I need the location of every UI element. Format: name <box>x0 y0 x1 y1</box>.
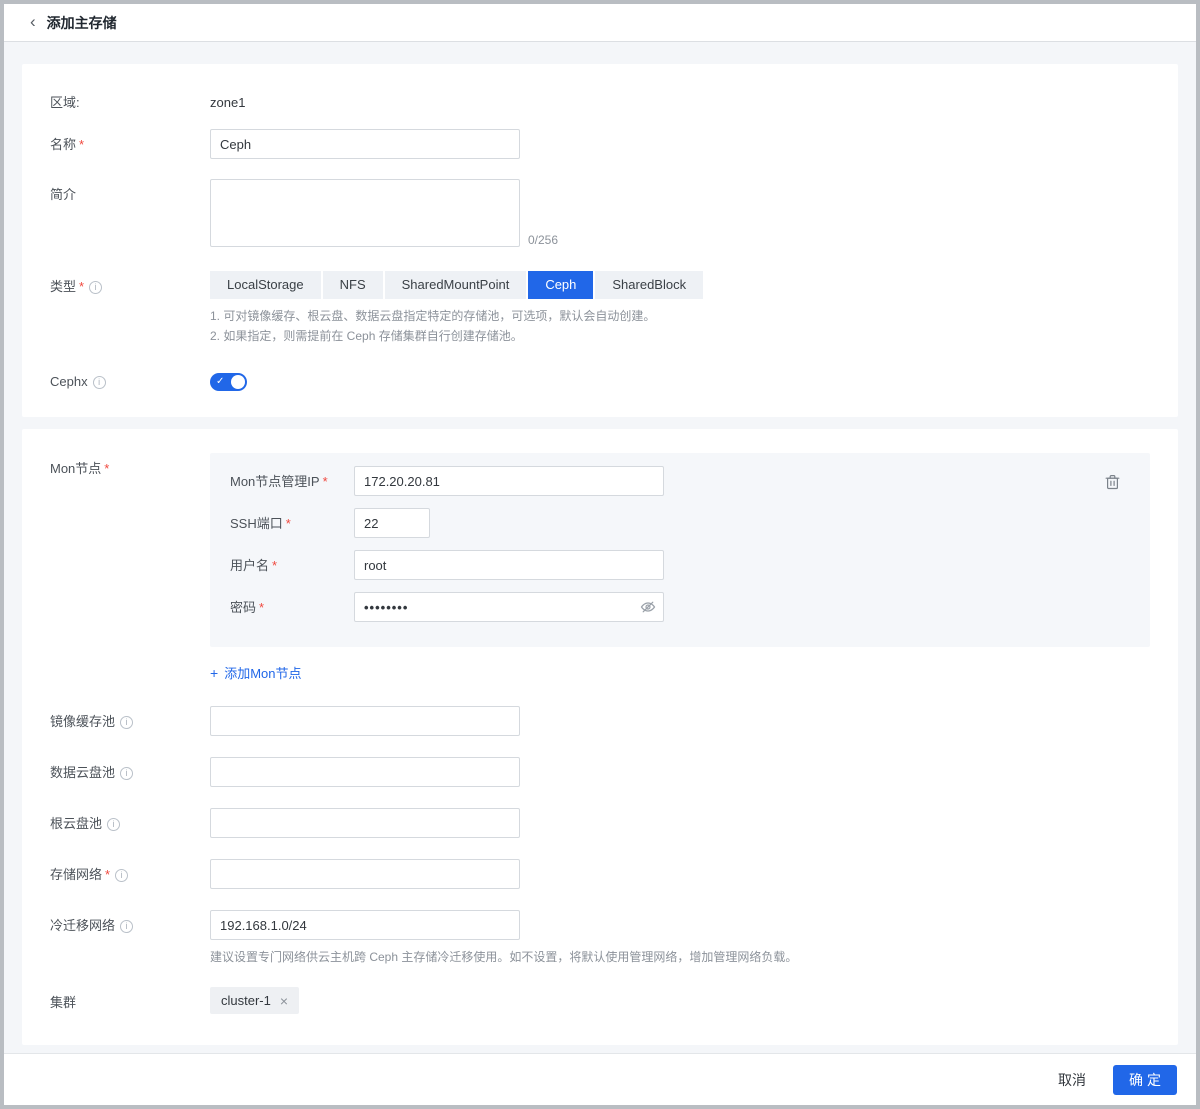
password-input[interactable] <box>354 592 664 622</box>
username-label: 用户名* <box>230 550 354 574</box>
root-volume-pool-row: 根云盘池i <box>50 808 1150 838</box>
info-icon[interactable]: i <box>93 376 106 389</box>
required-asterisk: * <box>105 867 110 882</box>
type-tab-localstorage[interactable]: LocalStorage <box>210 271 321 299</box>
password-row: 密码* <box>230 592 1130 622</box>
type-hint-2: 2. 如果指定，则需提前在 Ceph 存储集群自行创建存储池。 <box>210 326 703 346</box>
type-control: LocalStorage NFS SharedMountPoint Ceph S… <box>210 271 703 346</box>
mon-label: Mon节点* <box>50 453 210 477</box>
cephx-row: Cephxi ✓ <box>50 366 1150 391</box>
cephx-toggle[interactable]: ✓ <box>210 373 247 391</box>
ssh-port-row: SSH端口* <box>230 508 1130 538</box>
storage-network-row: 存储网络*i <box>50 859 1150 889</box>
form-body: 区域: zone1 名称* 简介 0/256 类型*i <box>4 42 1196 1053</box>
required-asterisk: * <box>286 516 291 531</box>
required-asterisk: * <box>272 558 277 573</box>
check-icon: ✓ <box>216 375 224 389</box>
info-icon[interactable]: i <box>120 767 133 780</box>
description-wrap: 0/256 <box>210 179 558 247</box>
description-textarea[interactable] <box>210 179 520 247</box>
titlebar: ‹ 添加主存储 <box>4 4 1196 42</box>
char-counter: 0/256 <box>528 233 558 247</box>
migration-network-control: 建议设置专门网络供云主机跨 Ceph 主存储冷迁移使用。如不设置，将默认使用管理… <box>210 910 797 966</box>
type-tab-nfs[interactable]: NFS <box>323 271 383 299</box>
data-volume-pool-label: 数据云盘池i <box>50 757 210 781</box>
ssh-port-label: SSH端口* <box>230 508 354 532</box>
username-row: 用户名* <box>230 550 1130 580</box>
mon-ip-row: Mon节点管理IP* <box>230 466 1130 496</box>
type-hint-1: 1. 可对镜像缓存、根云盘、数据云盘指定特定的存储池，可选项，默认会自动创建。 <box>210 306 703 326</box>
info-icon[interactable]: i <box>120 920 133 933</box>
type-hints: 1. 可对镜像缓存、根云盘、数据云盘指定特定的存储池，可选项，默认会自动创建。 … <box>210 306 703 346</box>
data-volume-pool-input[interactable] <box>210 757 520 787</box>
description-row: 简介 0/256 <box>50 179 1150 247</box>
storage-network-label: 存储网络*i <box>50 859 210 883</box>
migration-network-input[interactable] <box>210 910 520 940</box>
type-label: 类型*i <box>50 271 210 295</box>
mon-ip-input[interactable] <box>354 466 664 496</box>
username-input[interactable] <box>354 550 664 580</box>
description-label: 简介 <box>50 179 210 203</box>
password-wrap <box>354 592 664 622</box>
cluster-tag-label: cluster-1 <box>221 993 271 1008</box>
cluster-tag: cluster-1 × <box>210 987 299 1014</box>
add-mon-node-link[interactable]: + 添加Mon节点 <box>210 663 301 682</box>
type-row: 类型*i LocalStorage NFS SharedMountPoint C… <box>50 271 1150 346</box>
type-tab-sharedmountpoint[interactable]: SharedMountPoint <box>385 271 527 299</box>
migration-network-hint: 建议设置专门网络供云主机跨 Ceph 主存储冷迁移使用。如不设置，将默认使用管理… <box>210 948 797 966</box>
basic-info-card: 区域: zone1 名称* 简介 0/256 类型*i <box>22 64 1178 417</box>
cluster-label: 集群 <box>50 987 210 1011</box>
cephx-label: Cephxi <box>50 366 210 390</box>
image-cache-pool-input[interactable] <box>210 706 520 736</box>
name-row: 名称* <box>50 129 1150 159</box>
root-volume-pool-label: 根云盘池i <box>50 808 210 832</box>
eye-off-icon[interactable] <box>640 599 656 615</box>
mon-node-panel: Mon节点管理IP* SSH端口* 用户名* <box>210 453 1150 647</box>
storage-network-input[interactable] <box>210 859 520 889</box>
info-icon[interactable]: i <box>89 281 102 294</box>
add-mon-node-label: 添加Mon节点 <box>224 663 301 682</box>
required-asterisk: * <box>79 279 84 294</box>
type-tab-ceph[interactable]: Ceph <box>528 271 593 299</box>
image-cache-pool-row: 镜像缓存池i <box>50 706 1150 736</box>
migration-network-row: 冷迁移网络i 建议设置专门网络供云主机跨 Ceph 主存储冷迁移使用。如不设置，… <box>50 910 1150 966</box>
info-icon[interactable]: i <box>120 716 133 729</box>
zone-label: 区域: <box>50 94 210 111</box>
ceph-detail-card: Mon节点* Mon节点管理IP* SSH端口* <box>22 429 1178 1045</box>
info-icon[interactable]: i <box>107 818 120 831</box>
type-tabs: LocalStorage NFS SharedMountPoint Ceph S… <box>210 271 703 299</box>
migration-network-label: 冷迁移网络i <box>50 910 210 934</box>
toggle-knob <box>231 375 245 389</box>
add-mon-row: + 添加Mon节点 <box>210 647 1150 706</box>
required-asterisk: * <box>323 474 328 489</box>
plus-icon: + <box>210 665 218 681</box>
ssh-port-input[interactable] <box>354 508 430 538</box>
zone-value: zone1 <box>210 94 245 111</box>
trash-icon[interactable] <box>1105 474 1120 490</box>
cancel-button[interactable]: 取消 <box>1058 1070 1086 1090</box>
add-primary-storage-dialog: ‹ 添加主存储 区域: zone1 名称* 简介 0/256 <box>4 4 1196 1105</box>
zone-row: 区域: zone1 <box>50 94 1150 111</box>
required-asterisk: * <box>104 461 109 476</box>
confirm-button[interactable]: 确定 <box>1113 1065 1177 1095</box>
back-icon[interactable]: ‹ <box>30 13 36 32</box>
mon-ip-label: Mon节点管理IP* <box>230 466 354 490</box>
name-label: 名称* <box>50 129 210 153</box>
root-volume-pool-input[interactable] <box>210 808 520 838</box>
required-asterisk: * <box>79 137 84 152</box>
mon-row: Mon节点* Mon节点管理IP* SSH端口* <box>50 453 1150 647</box>
dialog-footer: 取消 确定 <box>4 1053 1196 1105</box>
image-cache-pool-label: 镜像缓存池i <box>50 706 210 730</box>
required-asterisk: * <box>259 600 264 615</box>
name-input[interactable] <box>210 129 520 159</box>
data-volume-pool-row: 数据云盘池i <box>50 757 1150 787</box>
password-label: 密码* <box>230 592 354 616</box>
info-icon[interactable]: i <box>115 869 128 882</box>
type-tab-sharedblock[interactable]: SharedBlock <box>595 271 703 299</box>
close-icon[interactable]: × <box>280 994 288 1008</box>
cluster-row: 集群 cluster-1 × <box>50 987 1150 1014</box>
page-title: 添加主存储 <box>47 13 117 33</box>
